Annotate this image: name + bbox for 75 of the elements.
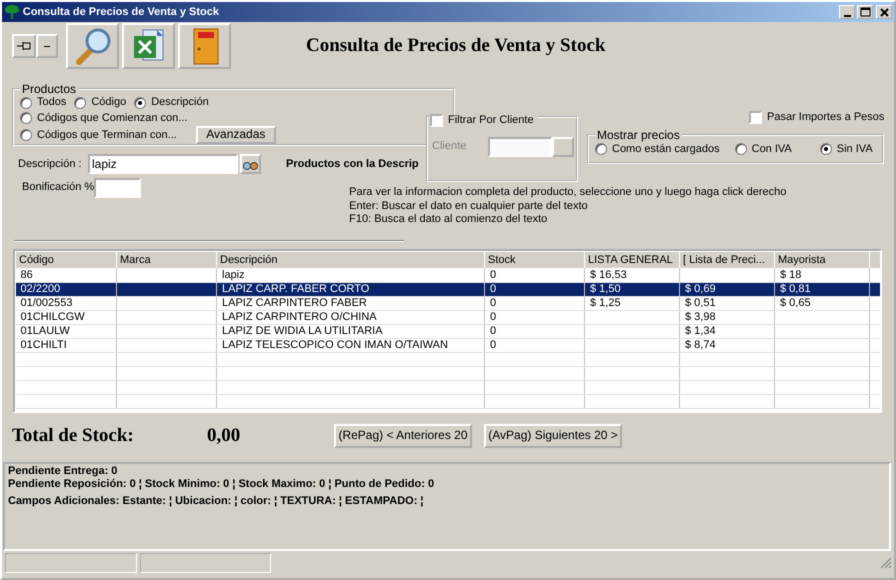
radio-option[interactable]: Códigos que Comienzan con... (20, 110, 188, 126)
table-cell: 0 (484, 282, 584, 296)
exit-button[interactable] (178, 23, 231, 69)
search-button[interactable] (240, 154, 261, 174)
resize-grip-icon (880, 557, 892, 569)
field-label: Cliente (432, 140, 468, 153)
detail-text: Campos Adicionales: Estante: ¦ Ubicacion: ¦ color: ¦ TEXTURA: ¦ ESTAMPADO: ¦ (8, 495, 425, 508)
table-cell: LAPIZ CARPINTERO FABER (216, 296, 484, 310)
column-header[interactable]: LISTA GENERAL (584, 252, 680, 268)
hint-text: Para ver la informacion completa del producto, seleccione uno y luego haga click derecho (349, 186, 786, 200)
table-cell: $ 1,50 (584, 282, 680, 296)
table-cell: 0 (484, 296, 584, 310)
search-button[interactable] (66, 23, 119, 69)
table-cell: LAPIZ CARPINTERO O/CHINA (216, 310, 484, 324)
advanced-button[interactable]: Avanzadas (196, 126, 276, 144)
minimize-button[interactable] (839, 5, 856, 19)
column-header[interactable]: Stock (484, 252, 584, 268)
radio-option[interactable]: Descripción (134, 95, 209, 110)
table-cell: 0 (484, 338, 584, 352)
table-cell: $ 0,69 (680, 282, 774, 296)
table-cell: 01/002553 (16, 296, 116, 310)
close-button[interactable] (876, 5, 892, 19)
table-cell: 02/2200 (16, 282, 116, 296)
column-header[interactable]: [ Lista de Preci... (680, 252, 774, 268)
radio-option[interactable]: Código (74, 95, 126, 110)
table-cell: 01CHILCGW (16, 310, 116, 324)
column-header[interactable]: Marca (116, 252, 216, 268)
hint-text: Enter: Buscar el dato en cualquier parte del texto (349, 200, 589, 213)
minimize-icon (844, 14, 851, 16)
field-label: Bonificación % (22, 181, 94, 194)
pesos-checkbox[interactable]: Pasar Importes a Pesos (749, 111, 884, 124)
table-cell: 0 (484, 310, 584, 324)
page-heading: Consulta de Precios de Venta y Stock (306, 35, 606, 57)
table-cell: $ 8,74 (680, 338, 774, 352)
tree-icon (4, 4, 20, 20)
table-cell: LAPIZ CARP. FABER CORTO (216, 282, 484, 296)
table-cell: LAPIZ TELESCOPICO CON IMAN O/TAIWAN (216, 338, 484, 352)
table-cell: $ 0,81 (774, 282, 870, 296)
radio-option[interactable]: Sin IVA (820, 142, 873, 156)
filter-checkbox[interactable]: Filtrar Por Cliente (430, 114, 538, 127)
pin-button[interactable] (12, 34, 36, 58)
table-cell: $ 0,51 (680, 296, 774, 310)
detail-text: Pendiente Reposición: 0 ¦ Stock Minimo: 0 ¦ Stock Maximo: 0 ¦ Punto de Pedido: 0 (8, 478, 436, 490)
radio-option[interactable]: Todos (20, 95, 66, 110)
total-value: 0,00 (207, 425, 242, 447)
table-cell: LAPIZ DE WIDIA LA UTILITARIA (216, 324, 484, 338)
radio-option[interactable]: Como están cargados (595, 142, 720, 156)
detail-text: Pendiente Entrega: 0 (8, 465, 118, 478)
table-cell: $ 1,34 (680, 324, 774, 338)
bonus-field[interactable] (94, 178, 142, 198)
radio-option[interactable]: Con IVA (734, 142, 792, 156)
description-field[interactable]: lapiz (88, 154, 238, 174)
table-cell: $ 1,25 (584, 296, 680, 310)
next-page-button[interactable]: (AvPag) Siguientes 20 > (484, 424, 622, 448)
radio-option[interactable]: Códigos que Terminan con... (20, 128, 177, 142)
column-header[interactable]: Mayorista (774, 252, 870, 268)
maximize-button[interactable] (857, 5, 874, 19)
column-header[interactable]: Código (16, 252, 116, 268)
table-cell: 01CHILTI (16, 338, 116, 352)
pin-icon (16, 40, 32, 52)
table-cell: 0 (484, 324, 584, 338)
table-cell: $ 0,65 (774, 296, 870, 310)
results-label: Productos con la Descrip (286, 158, 420, 170)
group-label: Productos (21, 83, 78, 95)
column-header[interactable]: Descripción (216, 252, 484, 268)
hint-text: F10: Busca el dato al comienzo del texto (349, 213, 548, 226)
window-title: Consulta de Precios de Venta y Stock (22, 6, 220, 18)
field-label: Descripción : (18, 158, 83, 170)
table-cell: 01LAULW (16, 324, 116, 338)
export-button[interactable] (122, 23, 175, 69)
table-cell: $ 3,98 (680, 310, 774, 324)
maximize-icon (858, 6, 872, 18)
total-label: Total de Stock: (12, 425, 135, 447)
group-label: Mostrar precios (596, 128, 681, 141)
previous-page-button[interactable]: (RePag) < Anteriores 20 (334, 424, 472, 448)
